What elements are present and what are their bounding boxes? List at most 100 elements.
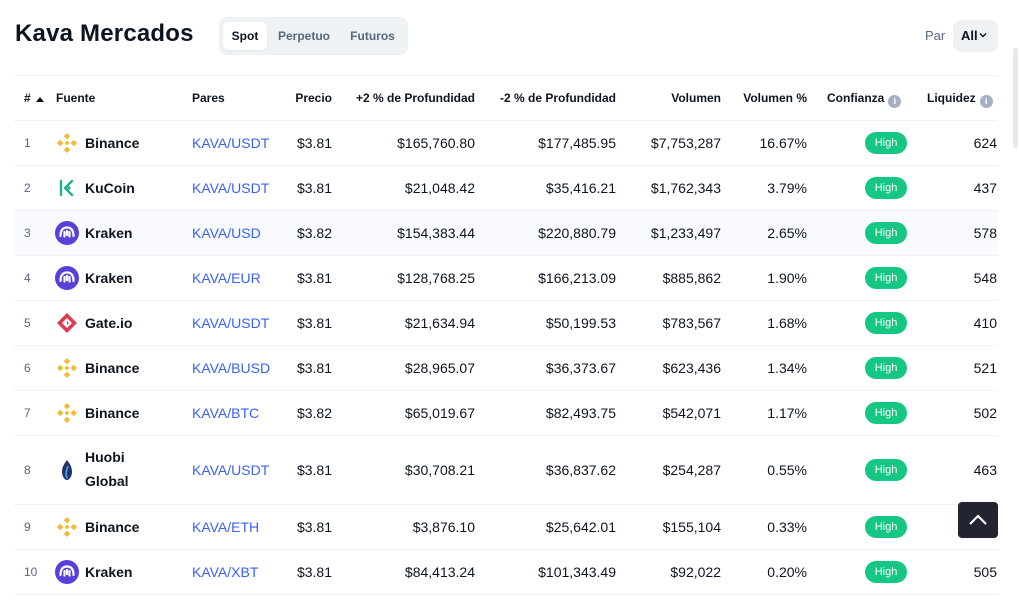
binance-logo-icon (55, 401, 79, 425)
table-row[interactable]: 7 Binance KAVA/BTC $3.82 $65,019.67 $82,493.7… (14, 391, 998, 435)
col-price[interactable]: Precio (272, 91, 332, 105)
gateio-logo-icon (55, 311, 79, 335)
rank: 7 (24, 406, 31, 420)
exchange-name[interactable]: Binance (85, 360, 139, 376)
col-rank[interactable]: # (24, 91, 45, 105)
rank: 1 (24, 136, 31, 150)
pair-link[interactable]: KAVA/USDT (192, 315, 269, 331)
liquidity-score: 578 (973, 225, 997, 241)
col-liquidity[interactable]: Liquidez i (927, 91, 993, 108)
liquidity-score: 437 (973, 180, 997, 196)
depth-minus: $36,373.67 (545, 360, 616, 376)
price: $3.81 (296, 180, 332, 196)
table-row[interactable]: 3 Kraken KAVA/USD $3.82 $154,383.44 $220,880.… (14, 211, 998, 255)
page-title: Kava Mercados (15, 20, 194, 47)
exchange-name[interactable]: KuCoin (85, 180, 135, 196)
pair-link[interactable]: KAVA/USDT (192, 180, 269, 196)
exchange-name[interactable]: Kraken (85, 270, 132, 286)
confidence-badge: High (865, 357, 907, 379)
volume: $885,862 (662, 270, 721, 286)
col-pairs[interactable]: Pares (192, 91, 225, 105)
tab-perpetual[interactable]: Perpetuo (271, 22, 337, 50)
col-depth-plus[interactable]: +2 % de Profundidad (334, 91, 475, 105)
depth-minus: $50,199.53 (545, 315, 616, 331)
binance-logo-icon (55, 356, 79, 380)
chevron-down-icon (979, 33, 987, 38)
table-row[interactable]: 5 Gate.io KAVA/USDT $3.81 $21,634.94 $50,199.… (14, 301, 998, 345)
table-row[interactable]: 9 Binance KAVA/ETH $3.81 $3,876.10 $25,642.01… (14, 505, 998, 549)
depth-minus: $82,493.75 (545, 405, 616, 421)
sort-up-icon (36, 97, 45, 102)
exchange-name[interactable]: Kraken (85, 564, 132, 580)
pair-link[interactable]: KAVA/EUR (192, 270, 261, 286)
table-row[interactable]: 6 Binance KAVA/BUSD $3.81 $28,965.07 $36,373.… (14, 346, 998, 390)
col-confidence[interactable]: Confianza i (827, 91, 902, 108)
exchange-name[interactable]: Binance (85, 405, 139, 421)
depth-plus: $28,965.07 (404, 360, 475, 376)
table-row[interactable]: 4 Kraken KAVA/EUR $3.81 $128,768.25 $166,213.… (14, 256, 998, 300)
binance-logo-icon (55, 515, 79, 539)
price: $3.81 (296, 360, 332, 376)
pair-link[interactable]: KAVA/XBT (192, 564, 258, 580)
table-row[interactable]: 10 Kraken KAVA/XBT $3.81 $84,413.24 $101,343.… (14, 550, 998, 594)
price: $3.81 (296, 135, 332, 151)
pair-link[interactable]: KAVA/ETH (192, 519, 259, 535)
binance-logo-icon (55, 131, 79, 155)
pair-link[interactable]: KAVA/BUSD (192, 360, 270, 376)
exchange-name[interactable]: Kraken (85, 225, 132, 241)
volume: $542,071 (662, 405, 721, 421)
depth-minus: $220,880.79 (538, 225, 616, 241)
exchange-name[interactable]: Binance (85, 519, 139, 535)
pair-link[interactable]: KAVA/USDT (192, 462, 269, 478)
volume-percent: 1.34% (767, 360, 807, 376)
price: $3.81 (296, 462, 332, 478)
tab-futures[interactable]: Futuros (342, 22, 403, 50)
volume: $623,436 (662, 360, 721, 376)
col-depth-minus[interactable]: -2 % de Profundidad (476, 91, 616, 105)
pair-link[interactable]: KAVA/USDT (192, 135, 269, 151)
liquidity-score: 505 (973, 564, 997, 580)
volume: $783,567 (662, 315, 721, 331)
col-volume-pct[interactable]: Volumen % (726, 91, 807, 105)
volume-percent: 2.65% (767, 225, 807, 241)
volume-percent: 16.67% (759, 135, 807, 151)
confidence-badge: High (865, 459, 907, 481)
depth-plus: $21,634.94 (404, 315, 475, 331)
rank: 10 (24, 565, 38, 579)
scrollbar[interactable] (1013, 48, 1018, 148)
info-icon[interactable]: i (979, 95, 993, 108)
price: $3.82 (296, 405, 332, 421)
volume: $1,762,343 (650, 180, 721, 196)
volume-percent: 1.68% (767, 315, 807, 331)
exchange-name[interactable]: Huobi Global (85, 445, 129, 493)
liquidity-score: 624 (973, 135, 997, 151)
exchange-name[interactable]: Gate.io (85, 315, 132, 331)
volume-percent: 0.55% (767, 462, 807, 478)
volume: $7,753,287 (650, 135, 721, 151)
exchange-name[interactable]: Binance (85, 135, 139, 151)
confidence-badge: High (865, 402, 907, 424)
chevron-up-icon (969, 514, 987, 525)
col-volume[interactable]: Volumen (622, 91, 721, 105)
depth-plus: $128,768.25 (397, 270, 475, 286)
depth-plus: $65,019.67 (404, 405, 475, 421)
volume: $254,287 (662, 462, 721, 478)
table-row[interactable]: 2 KuCoin KAVA/USDT $3.81 $21,048.42 $35,416.2… (14, 166, 998, 210)
rank: 6 (24, 361, 31, 375)
scroll-to-top-button[interactable] (958, 502, 998, 538)
pair-filter-select[interactable]: All (953, 20, 998, 52)
rank: 5 (24, 316, 31, 330)
info-icon[interactable]: i (888, 95, 902, 108)
depth-minus: $25,642.01 (545, 519, 616, 535)
price: $3.82 (296, 225, 332, 241)
table-row[interactable]: 1 Binance KAVA/USDT $3.81 $165,760.80 $177,48… (14, 121, 998, 165)
tab-spot[interactable]: Spot (223, 22, 267, 50)
pair-link[interactable]: KAVA/USD (192, 225, 261, 241)
volume-percent: 0.33% (767, 519, 807, 535)
price: $3.81 (296, 315, 332, 331)
depth-plus: $154,383.44 (397, 225, 475, 241)
table-row[interactable]: 8 Huobi Global KAVA/USDT $3.81 $30,708.21 $36,… (14, 436, 998, 504)
pair-link[interactable]: KAVA/BTC (192, 405, 259, 421)
confidence-badge: High (865, 132, 907, 154)
col-source[interactable]: Fuente (56, 91, 95, 105)
